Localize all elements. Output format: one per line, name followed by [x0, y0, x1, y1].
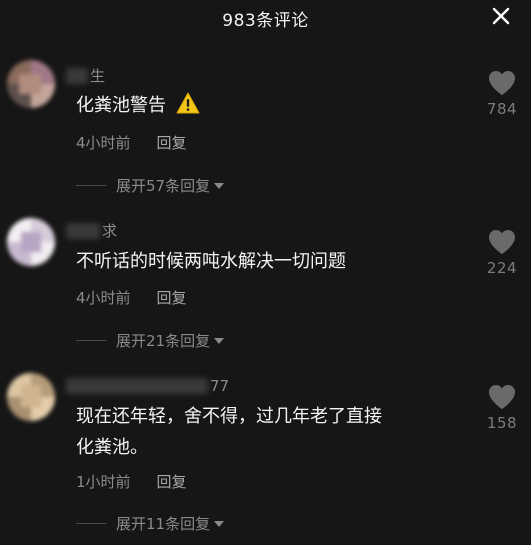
timestamp: 4小时前	[76, 134, 131, 152]
expand-replies-label: 展开11条回复	[116, 515, 211, 533]
like-count: 224	[486, 259, 518, 277]
divider-line	[76, 523, 106, 524]
username[interactable]: 77	[66, 375, 229, 395]
expand-replies-label: 展开21条回复	[116, 332, 211, 350]
username-text: 求	[102, 221, 118, 240]
comment-meta: 4小时前 回复	[76, 132, 187, 153]
like-button[interactable]: 158	[478, 384, 526, 432]
like-button[interactable]: 784	[478, 70, 526, 118]
reply-button[interactable]: 回复	[157, 134, 187, 152]
like-count: 158	[486, 414, 518, 432]
heart-icon	[489, 71, 515, 95]
username-blurred	[66, 67, 88, 84]
reply-button[interactable]: 回复	[157, 473, 187, 491]
comment-body-line-2: 化粪池。	[76, 437, 148, 458]
reply-button[interactable]: 回复	[157, 289, 187, 307]
username-text: 生	[90, 66, 106, 85]
chevron-down-icon	[214, 520, 225, 527]
comment-meta: 4小时前 回复	[76, 287, 187, 308]
comments-header: 983条评论	[0, 0, 531, 36]
timestamp: 4小时前	[76, 289, 131, 307]
expand-replies-button[interactable]: 展开57条回复	[76, 175, 225, 196]
chevron-down-icon	[214, 337, 225, 344]
chevron-down-icon	[214, 182, 225, 189]
avatar[interactable]	[7, 60, 55, 108]
heart-icon	[489, 230, 515, 254]
heart-icon	[489, 385, 515, 409]
comment-text: 不听话的时候两吨水解决一切问题	[76, 246, 466, 277]
comment-count-title: 983条评论	[222, 11, 309, 31]
avatar[interactable]	[7, 373, 55, 421]
comment-text: 现在还年轻，舍不得，过几年老了直接 化粪池。	[76, 401, 466, 463]
divider-line	[76, 340, 106, 341]
comments-panel: 983条评论 生 化粪池警告 4小时前 回复 展开57条回复 784 求 不听话…	[0, 0, 531, 545]
username-text: 77	[210, 376, 230, 395]
avatar[interactable]	[7, 218, 55, 266]
close-icon[interactable]	[489, 4, 513, 28]
comment-text: 化粪池警告	[76, 90, 466, 124]
username[interactable]: 生	[66, 65, 105, 85]
username[interactable]: 求	[66, 220, 117, 240]
username-blurred	[66, 377, 208, 394]
comment-body: 不听话的时候两吨水解决一切问题	[76, 251, 346, 272]
comment-meta: 1小时前 回复	[76, 471, 187, 492]
comment-body: 化粪池警告	[76, 95, 166, 116]
comment-body-line-1: 现在还年轻，舍不得，过几年老了直接	[76, 406, 382, 427]
username-blurred	[66, 222, 100, 239]
like-count: 784	[486, 100, 518, 118]
divider-line	[76, 185, 106, 186]
expand-replies-button[interactable]: 展开21条回复	[76, 330, 225, 351]
timestamp: 1小时前	[76, 473, 131, 491]
expand-replies-button[interactable]: 展开11条回复	[76, 513, 225, 534]
warning-icon	[176, 92, 200, 124]
expand-replies-label: 展开57条回复	[116, 177, 211, 195]
like-button[interactable]: 224	[478, 229, 526, 277]
